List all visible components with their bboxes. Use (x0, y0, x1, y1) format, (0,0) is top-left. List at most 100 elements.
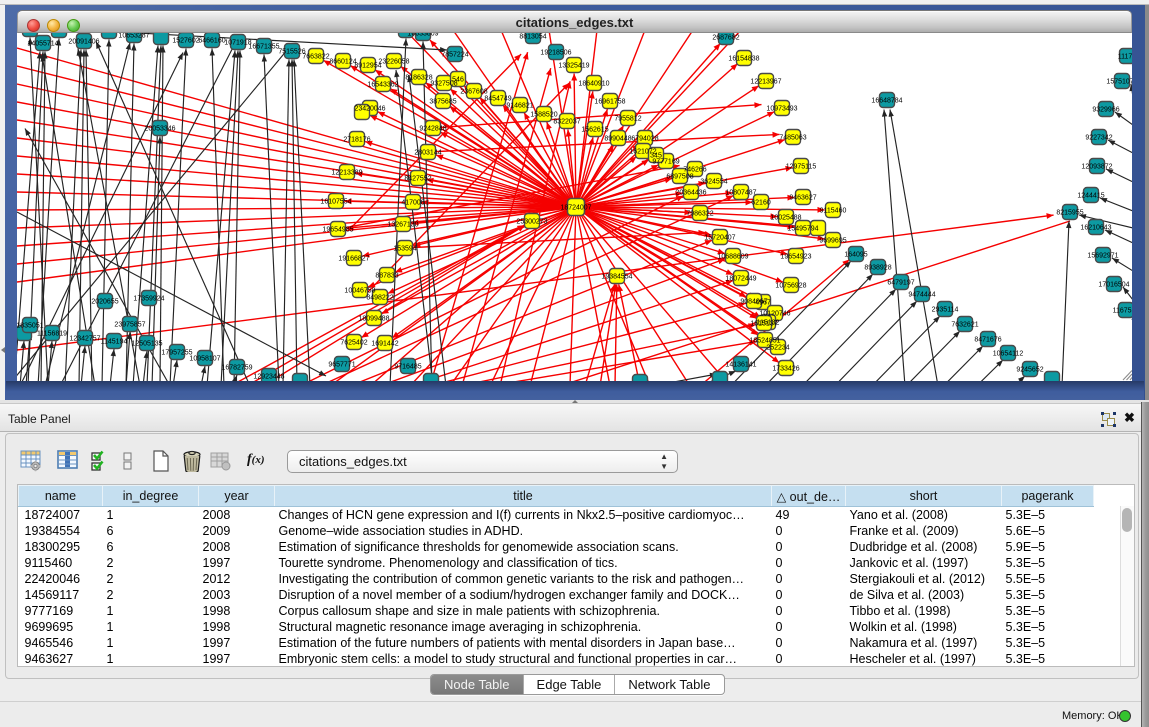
svg-text:18072449: 18072449 (725, 276, 756, 283)
svg-text:16154838: 16154838 (728, 56, 759, 63)
svg-text:1733426: 1733426 (772, 366, 799, 373)
svg-text:12505135: 12505135 (131, 341, 162, 348)
svg-text:7632621: 7632621 (951, 322, 978, 329)
svg-text:6794028: 6794028 (631, 136, 658, 143)
svg-text:2803144: 2803144 (414, 150, 441, 157)
svg-text:10654112: 10654112 (993, 351, 1024, 358)
svg-text:10025488: 10025488 (770, 215, 801, 222)
svg-text:16210643: 16210643 (1080, 225, 1111, 232)
svg-text:2687682: 2687682 (712, 35, 739, 42)
svg-text:18724007: 18724007 (560, 205, 591, 212)
svg-text:12213967: 12213967 (750, 79, 781, 86)
svg-text:546: 546 (452, 77, 464, 84)
svg-text:10120746: 10120746 (759, 311, 790, 318)
svg-text:10973493: 10973493 (766, 106, 797, 113)
svg-text:10688609: 10688609 (717, 254, 748, 261)
svg-text:8215955: 8215955 (1056, 210, 1083, 217)
svg-text:9227342: 9227342 (1085, 135, 1112, 142)
svg-text:9716485: 9716485 (394, 364, 421, 371)
svg-text:19654985: 19654985 (322, 227, 353, 234)
svg-text:12342757: 12342757 (69, 336, 100, 343)
svg-text:16671355: 16671355 (248, 44, 279, 51)
svg-text:7625402: 7625402 (340, 340, 367, 347)
svg-text:8938928: 8938928 (864, 265, 891, 272)
svg-text:9146821: 9146821 (506, 103, 533, 110)
svg-text:2020655: 2020655 (91, 299, 118, 306)
svg-text:13267130: 13267130 (387, 222, 418, 229)
svg-text:1527602: 1527602 (172, 38, 199, 45)
svg-text:18640910: 18640910 (578, 81, 609, 88)
svg-text:8813054: 8813054 (519, 34, 546, 41)
svg-text:23975857: 23975857 (114, 322, 145, 329)
svg-text:7857224: 7857224 (441, 52, 468, 59)
svg-text:9084067: 9084067 (740, 299, 767, 306)
svg-text:8498222: 8498222 (366, 295, 393, 302)
svg-text:3624554: 3624554 (700, 179, 727, 186)
svg-text:417006: 417006 (401, 200, 424, 207)
svg-text:11156819: 11156819 (37, 331, 67, 338)
svg-text:17359924: 17359924 (133, 296, 164, 303)
svg-text:20053346: 20053346 (144, 126, 175, 133)
svg-text:14136141: 14136141 (725, 362, 756, 369)
svg-text:9777169: 9777169 (652, 159, 679, 166)
svg-text:16107554: 16107554 (320, 199, 351, 206)
svg-text:1145194: 1145194 (101, 339, 128, 346)
svg-text:9463627: 9463627 (789, 195, 816, 202)
svg-text:2718176: 2718176 (343, 137, 370, 144)
svg-text:12213389: 12213389 (331, 170, 362, 177)
svg-text:153594: 153594 (393, 246, 416, 253)
svg-text:20364436: 20364436 (675, 190, 706, 197)
svg-text:18099488: 18099488 (358, 316, 389, 323)
svg-text:12975115: 12975115 (786, 164, 817, 171)
svg-text:6897508: 6897508 (666, 174, 693, 181)
svg-text:17016504: 17016504 (1098, 282, 1129, 289)
svg-text:15495794: 15495794 (787, 226, 818, 233)
svg-text:9245652: 9245652 (1016, 367, 1043, 374)
svg-text:1562615: 1562615 (581, 127, 608, 134)
svg-text:8427552: 8427552 (404, 176, 431, 183)
svg-text:1167534: 1167534 (1113, 308, 1132, 315)
svg-text:1588520: 1588520 (530, 112, 557, 119)
svg-text:2935114: 2935114 (932, 307, 959, 314)
svg-text:14055714: 14055714 (27, 41, 58, 48)
svg-text:1691442: 1691442 (371, 341, 398, 348)
svg-text:10807487: 10807487 (725, 190, 756, 197)
svg-text:8990448: 8990448 (604, 136, 631, 143)
svg-text:19166827: 19166827 (338, 256, 369, 263)
svg-text:7485063: 7485063 (779, 135, 806, 142)
svg-text:10653287: 10653287 (118, 33, 149, 40)
svg-text:19384554: 19384554 (601, 274, 632, 281)
svg-text:8322037: 8322037 (553, 119, 580, 126)
svg-text:9657771: 9657771 (328, 362, 355, 369)
svg-text:16961758: 16961758 (594, 99, 625, 106)
svg-text:345: 345 (650, 153, 662, 160)
svg-text:9329966: 9329966 (1092, 107, 1119, 114)
svg-text:2367608: 2367608 (460, 89, 487, 96)
svg-text:8660124: 8660124 (329, 59, 356, 66)
svg-text:887833: 887833 (375, 273, 398, 280)
svg-text:164095: 164095 (844, 252, 867, 259)
svg-text:16648784: 16648784 (871, 98, 902, 105)
svg-text:7663822: 7663822 (302, 54, 329, 61)
svg-text:9699695: 9699695 (819, 238, 846, 245)
svg-text:15751074: 15751074 (1106, 79, 1132, 86)
svg-text:23226058: 23226058 (378, 59, 409, 66)
svg-text:17957255: 17957255 (161, 350, 192, 357)
svg-text:746266: 746266 (683, 167, 706, 174)
svg-text:6479197: 6479197 (887, 280, 914, 287)
svg-text:10756928: 10756928 (775, 283, 806, 290)
svg-text:25300273: 25300273 (516, 219, 547, 226)
svg-text:8471676: 8471676 (974, 337, 1001, 344)
svg-text:16033809: 16033809 (407, 33, 438, 38)
svg-text:6466160: 6466160 (198, 38, 225, 45)
svg-text:23420046: 23420046 (354, 106, 385, 113)
svg-text:62160: 62160 (751, 200, 771, 207)
svg-text:19654923: 19654923 (780, 254, 811, 261)
svg-text:7955812: 7955812 (614, 116, 641, 123)
svg-text:3875685: 3875685 (429, 99, 456, 106)
svg-text:12093872: 12093872 (1081, 164, 1112, 171)
svg-text:11175: 11175 (1118, 54, 1132, 61)
svg-text:7986322: 7986322 (686, 211, 713, 218)
svg-text:8186328: 8186328 (405, 75, 432, 82)
svg-text:15720407: 15720407 (704, 235, 735, 242)
